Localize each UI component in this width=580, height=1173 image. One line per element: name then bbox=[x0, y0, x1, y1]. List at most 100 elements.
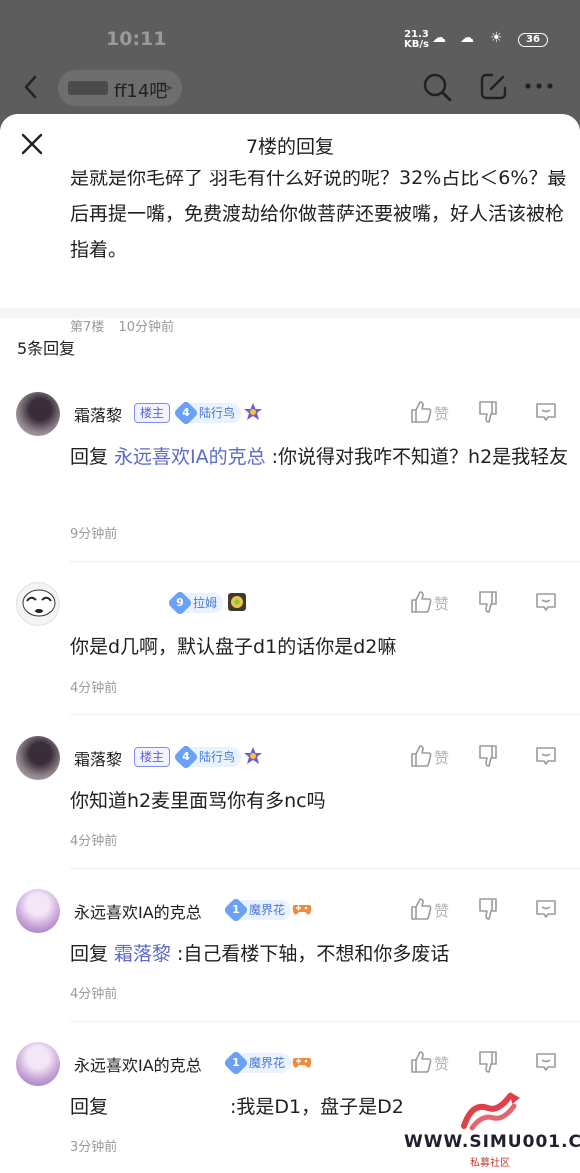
more-icon[interactable] bbox=[524, 74, 554, 102]
avatar[interactable] bbox=[16, 1042, 60, 1086]
level-icon: 1 bbox=[223, 897, 249, 923]
reply-count: 5条回复 bbox=[17, 339, 76, 358]
cloud-icon: ☁ bbox=[432, 30, 446, 46]
comment-icon[interactable] bbox=[534, 744, 558, 772]
divider bbox=[70, 1021, 580, 1022]
avatar[interactable] bbox=[16, 392, 60, 436]
avatar[interactable] bbox=[16, 889, 60, 933]
post-time: 10分钟前 bbox=[118, 320, 174, 335]
level-icon: 9 bbox=[167, 590, 193, 616]
watermark-logo bbox=[461, 1092, 520, 1131]
search-icon[interactable] bbox=[420, 70, 454, 108]
watermark-site: WWW.SIMU001.CN bbox=[404, 1132, 580, 1152]
reply-text: :我是D1，盘子是D2 bbox=[230, 1096, 404, 1118]
watermark-subtitle: 私募社区 bbox=[470, 1158, 510, 1169]
level-icon: 1 bbox=[223, 1050, 249, 1076]
gamepad-icon bbox=[292, 899, 312, 919]
watermark: WWW.SIMU001.CN 私募社区 bbox=[400, 1092, 580, 1173]
original-post: 是就是你毛碎了 羽毛有什么好说的呢？32%占比＜6%？最后再提一嘴，免费渡劫给你… bbox=[70, 160, 570, 335]
medal-icon bbox=[243, 402, 263, 422]
sheet-title: 7楼的回复 bbox=[245, 136, 335, 158]
reply-text: 你知道h2麦里面骂你有多nc吗 bbox=[70, 790, 326, 812]
reply-text: :自己看楼下轴，不想和你多废话 bbox=[177, 943, 450, 965]
like-label: 赞 bbox=[434, 749, 450, 767]
reply-content: 你知道h2麦里面骂你有多nc吗 bbox=[70, 784, 570, 818]
sun-icon: ☀ bbox=[490, 30, 503, 46]
reply-content: 你是d几啊，默认盘子d1的话你是d2嘛 bbox=[70, 630, 570, 664]
comment-icon[interactable] bbox=[534, 400, 558, 428]
comment-icon[interactable] bbox=[534, 897, 558, 925]
avatar[interactable] bbox=[16, 736, 60, 780]
reply-actions: 赞 bbox=[410, 1050, 580, 1080]
dislike-icon[interactable] bbox=[478, 744, 500, 772]
avatar[interactable] bbox=[16, 582, 60, 626]
reply-time: 9分钟前 bbox=[70, 527, 118, 542]
floor-number: 第7楼 bbox=[70, 320, 105, 335]
mention-link[interactable]: 霜落黎 bbox=[114, 943, 171, 965]
level-icon: 4 bbox=[173, 744, 199, 770]
level-badge: 4 陆行鸟 bbox=[173, 400, 242, 426]
reply-item: 霜落黎 楼主 4 陆行鸟 赞 你知道h2麦里面骂你有多nc吗 4分钟前 bbox=[0, 736, 580, 889]
username[interactable]: 霜落黎 bbox=[74, 746, 122, 770]
edit-icon[interactable] bbox=[478, 70, 510, 106]
speed-unit: KB/s bbox=[404, 39, 429, 50]
like-button[interactable]: 赞 bbox=[410, 744, 449, 772]
reply-actions: 赞 bbox=[410, 744, 580, 774]
reply-time: 3分钟前 bbox=[70, 1140, 118, 1155]
level-name: 魔界花 bbox=[249, 903, 286, 917]
divider bbox=[70, 561, 580, 562]
dislike-icon[interactable] bbox=[478, 897, 500, 925]
chevron-right-icon: > bbox=[160, 78, 174, 97]
like-label: 赞 bbox=[434, 595, 450, 613]
like-button[interactable]: 赞 bbox=[410, 1050, 449, 1078]
reply-prefix: 回复 bbox=[70, 446, 109, 468]
dislike-icon[interactable] bbox=[478, 400, 500, 428]
top-navigation: ff14吧 > bbox=[0, 62, 580, 114]
mention-link[interactable]: 永远喜欢IA的克总 bbox=[114, 446, 266, 468]
back-icon[interactable] bbox=[20, 74, 42, 104]
reply-text: 你是d几啊，默认盘子d1的话你是d2嘛 bbox=[70, 636, 397, 658]
network-speed: 21.3 KB/s bbox=[404, 30, 429, 50]
reply-text: :你说得对我咋不知道？h2是我轻友 bbox=[271, 446, 569, 468]
reply-prefix: 回复 bbox=[70, 1096, 109, 1118]
divider bbox=[70, 714, 580, 715]
username[interactable]: 永远喜欢IA的克总 bbox=[74, 1052, 202, 1076]
level-badge: 1 魔界花 bbox=[223, 897, 292, 923]
reply-time: 4分钟前 bbox=[70, 987, 118, 1002]
reply-item: 霜落黎 楼主 4 陆行鸟 赞 回复 永远喜欢IA的克总:你说得对我咋不知道？h2是我… bbox=[0, 392, 580, 545]
medal-icon bbox=[243, 746, 263, 766]
like-label: 赞 bbox=[434, 405, 450, 423]
reply-prefix: 回复 bbox=[70, 943, 109, 965]
status-bar: 10:11 21.3 KB/s ☁ ☁ ☀ 36 bbox=[0, 0, 580, 62]
sheet-header: 7楼的回复 bbox=[0, 114, 580, 170]
host-badge: 楼主 bbox=[134, 403, 171, 423]
level-badge: 4 陆行鸟 bbox=[173, 744, 242, 770]
divider bbox=[70, 868, 580, 869]
username[interactable]: 永远喜欢IA的克总 bbox=[74, 899, 202, 923]
battery-indicator: 36 bbox=[518, 33, 548, 47]
medal-icon bbox=[227, 592, 247, 612]
reply-time: 4分钟前 bbox=[70, 681, 118, 696]
like-button[interactable]: 赞 bbox=[410, 897, 449, 925]
dislike-icon[interactable] bbox=[478, 590, 500, 618]
level-icon: 4 bbox=[173, 400, 199, 426]
level-badge: 9 拉姆 bbox=[167, 590, 224, 616]
host-badge: 楼主 bbox=[134, 747, 171, 767]
level-name: 陆行鸟 bbox=[199, 750, 236, 764]
cloud-icon: ☁ bbox=[460, 30, 474, 46]
post-text: 是就是你毛碎了 羽毛有什么好说的呢？32%占比＜6%？最后再提一嘴，免费渡劫给你… bbox=[70, 167, 567, 261]
dislike-icon[interactable] bbox=[478, 1050, 500, 1078]
like-button[interactable]: 赞 bbox=[410, 400, 449, 428]
like-button[interactable]: 赞 bbox=[410, 590, 449, 618]
clock: 10:11 bbox=[106, 28, 167, 50]
reply-item: 永远喜欢IA的克总 1 魔界花 赞 回复 霜落黎 :自己看楼下轴，不想和你多废话 4分… bbox=[0, 889, 580, 1042]
username[interactable]: 霜落黎 bbox=[74, 402, 122, 426]
forum-chip[interactable]: ff14吧 > bbox=[58, 70, 182, 106]
reply-actions: 赞 bbox=[410, 400, 580, 430]
comment-icon[interactable] bbox=[534, 1050, 558, 1078]
reply-content: 回复 永远喜欢IA的克总:你说得对我咋不知道？h2是我轻友 bbox=[70, 440, 570, 474]
gamepad-icon bbox=[292, 1052, 312, 1072]
reply-actions: 赞 bbox=[410, 897, 580, 927]
reply-item: 9 拉姆 赞 你是d几啊，默认盘子d1的话你是d2嘛 4分钟前 bbox=[0, 582, 580, 735]
comment-icon[interactable] bbox=[534, 590, 558, 618]
